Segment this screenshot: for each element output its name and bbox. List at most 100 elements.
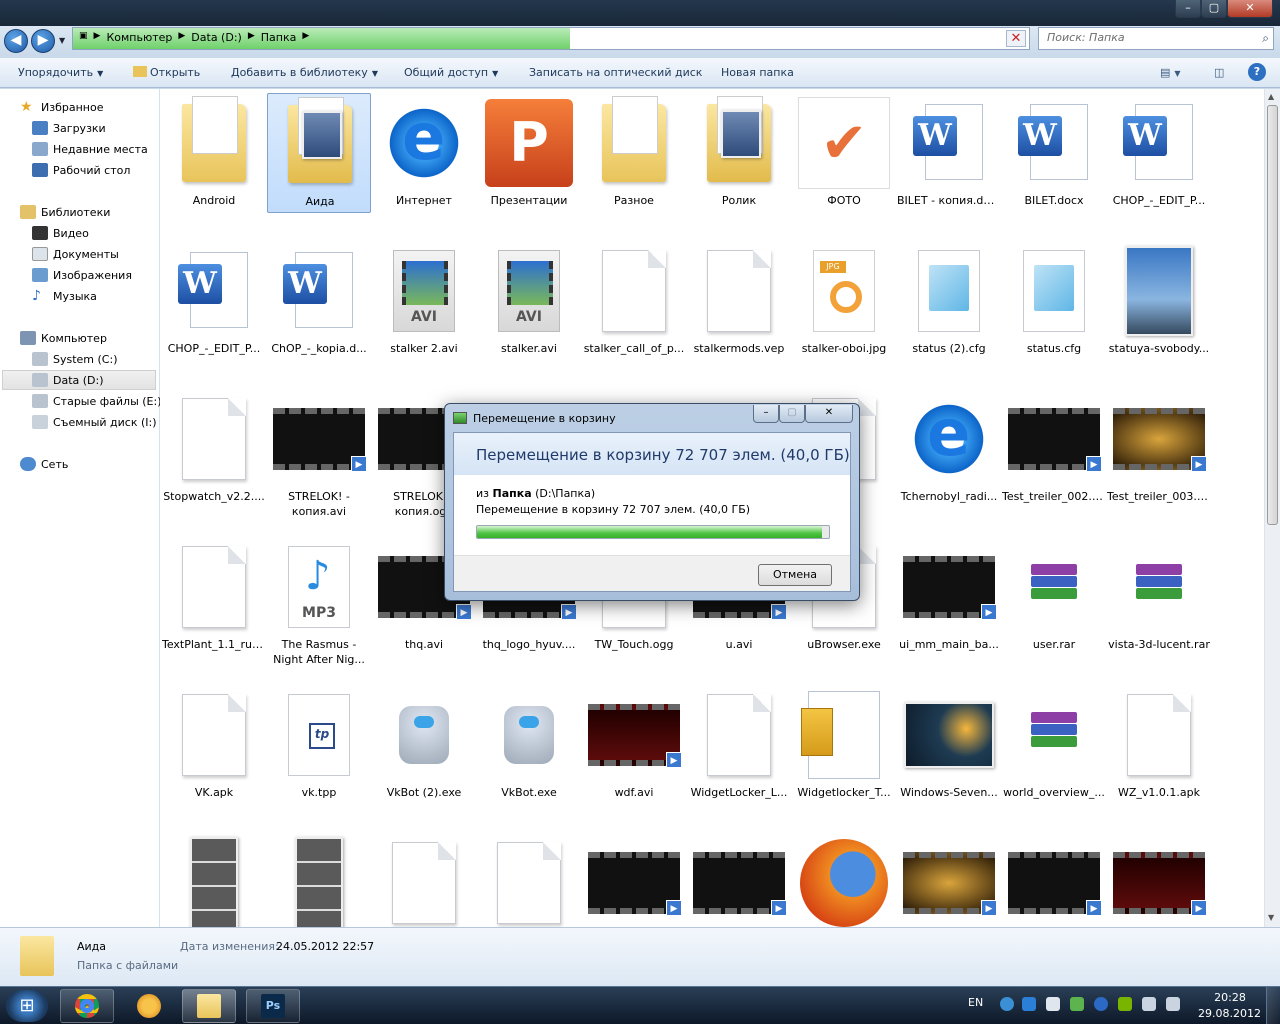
- open-button[interactable]: Открыть: [133, 66, 200, 79]
- dialog-minimize-button[interactable]: –: [753, 405, 779, 423]
- help-icon[interactable]: ?: [1248, 63, 1266, 81]
- scroll-down-icon[interactable]: ▼: [1268, 913, 1274, 922]
- nav-network[interactable]: Сеть: [20, 454, 68, 474]
- chevron-right-icon[interactable]: ▶: [94, 31, 101, 44]
- cancel-button[interactable]: Отмена: [758, 564, 832, 586]
- file-item[interactable]: [792, 833, 896, 927]
- file-item[interactable]: Разное: [582, 93, 686, 213]
- file-item[interactable]: VK.apk: [162, 685, 266, 805]
- new-folder-button[interactable]: Новая папка: [721, 66, 794, 79]
- file-item[interactable]: ▶: [687, 833, 791, 927]
- network-icon[interactable]: [1142, 997, 1156, 1011]
- vertical-scrollbar[interactable]: ▲ ▼: [1264, 89, 1280, 927]
- nav-favorites[interactable]: ★ Избранное: [20, 97, 103, 117]
- file-item[interactable]: ▶: [582, 833, 686, 927]
- forward-button[interactable]: ▶: [31, 29, 55, 53]
- file-item[interactable]: WZ_v1.0.1.apk: [1107, 685, 1211, 805]
- file-item[interactable]: Android: [162, 93, 266, 213]
- file-item[interactable]: ▶ Test_treiler_003.avi: [1107, 389, 1211, 509]
- scrollbar-thumb[interactable]: [1267, 105, 1278, 525]
- file-item[interactable]: Tchernobyl_radi...: [897, 389, 1001, 509]
- taskbar-aimp[interactable]: [122, 989, 176, 1023]
- file-item[interactable]: P Презентации: [477, 93, 581, 213]
- dialog-close-button[interactable]: ✕: [805, 405, 853, 423]
- skype-icon[interactable]: [1000, 997, 1014, 1011]
- file-item[interactable]: Аида: [267, 93, 371, 213]
- nav-drive-e[interactable]: Старые файлы (E:): [32, 391, 162, 411]
- file-item[interactable]: VkBot.exe: [477, 685, 581, 805]
- file-item[interactable]: ▶ Test_treiler_002.avi: [1002, 389, 1106, 509]
- volume-icon[interactable]: [1166, 997, 1180, 1011]
- file-item[interactable]: ▶ STRELOK! - копия.avi: [267, 389, 371, 518]
- back-button[interactable]: ◀: [4, 29, 28, 53]
- search-input[interactable]: Поиск: Папка ⌕: [1038, 27, 1274, 50]
- file-item[interactable]: ▶: [1002, 833, 1106, 927]
- file-item[interactable]: ▶: [897, 833, 1001, 927]
- stop-button[interactable]: ✕: [1006, 30, 1026, 47]
- file-item[interactable]: status.cfg: [1002, 241, 1106, 361]
- nav-images[interactable]: Изображения: [32, 265, 132, 285]
- file-item[interactable]: stalkermods.vep: [687, 241, 791, 361]
- nav-video[interactable]: Видео: [32, 223, 89, 243]
- file-item[interactable]: Stopwatch_v2.2....: [162, 389, 266, 509]
- organize-button[interactable]: Упорядочить ▼: [18, 66, 103, 79]
- taskbar-chrome[interactable]: [60, 989, 114, 1023]
- file-item[interactable]: VkBot (2).exe: [372, 685, 476, 805]
- burn-button[interactable]: Записать на оптический диск: [529, 66, 702, 79]
- file-item[interactable]: ▶: [1107, 833, 1211, 927]
- file-item[interactable]: W CHOP_-_EDIT_P...: [1107, 93, 1211, 213]
- file-item[interactable]: ♪ MP3 The Rasmus - Night After Nig...: [267, 537, 371, 666]
- file-item[interactable]: vk.tpp: [267, 685, 371, 805]
- file-item[interactable]: status (2).cfg: [897, 241, 1001, 361]
- file-item[interactable]: [267, 833, 371, 927]
- file-item[interactable]: world_overview_...: [1002, 685, 1106, 805]
- clock-time[interactable]: 20:28: [1208, 991, 1252, 1004]
- file-item[interactable]: [477, 833, 581, 927]
- scroll-up-icon[interactable]: ▲: [1268, 92, 1274, 101]
- minimize-button[interactable]: –: [1175, 0, 1201, 18]
- view-options-icon[interactable]: ▤ ▼: [1160, 66, 1181, 79]
- nav-documents[interactable]: Документы: [32, 244, 119, 264]
- nav-downloads[interactable]: Загрузки: [32, 118, 106, 138]
- chevron-right-icon[interactable]: ▶: [302, 31, 309, 44]
- breadcrumb-item[interactable]: Компьютер: [106, 31, 172, 44]
- file-item[interactable]: W ChOP_-_kopia.d...: [267, 241, 371, 361]
- file-item[interactable]: JPG stalker-oboi.jpg: [792, 241, 896, 361]
- nav-drive-d[interactable]: Data (D:): [2, 370, 156, 390]
- nav-music[interactable]: ♪ Музыка: [32, 286, 97, 306]
- breadcrumb-item[interactable]: Data (D:): [191, 31, 242, 44]
- file-item[interactable]: ✔ ФОТО: [792, 93, 896, 213]
- file-item[interactable]: statuya-svobody...: [1107, 241, 1211, 361]
- nav-recent[interactable]: Недавние места: [32, 139, 148, 159]
- file-item[interactable]: TextPlant_1.1_rus...: [162, 537, 266, 657]
- file-item[interactable]: W BILET - копия.docx: [897, 93, 1001, 213]
- show-desktop-button[interactable]: [1266, 987, 1280, 1024]
- file-item[interactable]: Интернет: [372, 93, 476, 213]
- file-item[interactable]: Ролик: [687, 93, 791, 213]
- nvidia-icon[interactable]: [1118, 997, 1132, 1011]
- preview-pane-icon[interactable]: ◫: [1214, 66, 1224, 79]
- maximize-button[interactable]: ▢: [1201, 0, 1227, 18]
- nav-drive-c[interactable]: System (C:): [32, 349, 118, 369]
- chevron-right-icon[interactable]: ▶: [248, 31, 255, 44]
- nav-libraries[interactable]: Библиотеки: [20, 202, 110, 222]
- address-bar[interactable]: ▣ ▶ Компьютер ▶ Data (D:) ▶ Папка ▶ ▼: [72, 27, 1068, 50]
- add-to-library-button[interactable]: Добавить в библиотеку ▼: [231, 66, 378, 79]
- file-item[interactable]: AVI stalker 2.avi: [372, 241, 476, 361]
- chevron-right-icon[interactable]: ▶: [178, 31, 185, 44]
- history-dropdown-icon[interactable]: ▼: [59, 36, 65, 45]
- source-folder-link[interactable]: Папка: [493, 487, 532, 500]
- search-icon[interactable]: ⌕: [1262, 31, 1269, 46]
- file-item[interactable]: WidgetLocker_L...: [687, 685, 791, 805]
- file-item[interactable]: AVI stalker.avi: [477, 241, 581, 361]
- nav-drive-i[interactable]: Съемный диск (I:): [32, 412, 157, 432]
- close-button[interactable]: ✕: [1227, 0, 1273, 18]
- file-item[interactable]: vista-3d-lucent.rar: [1107, 537, 1211, 657]
- share-button[interactable]: Общий доступ ▼: [404, 66, 498, 79]
- language-indicator[interactable]: EN: [968, 996, 983, 1009]
- file-item[interactable]: stalker_call_of_p...: [582, 241, 686, 361]
- action-center-icon[interactable]: [1046, 997, 1060, 1011]
- taskbar-photoshop[interactable]: Ps: [246, 989, 300, 1023]
- bluetooth-icon[interactable]: [1094, 997, 1108, 1011]
- file-item[interactable]: Windows-Seven...: [897, 685, 1001, 805]
